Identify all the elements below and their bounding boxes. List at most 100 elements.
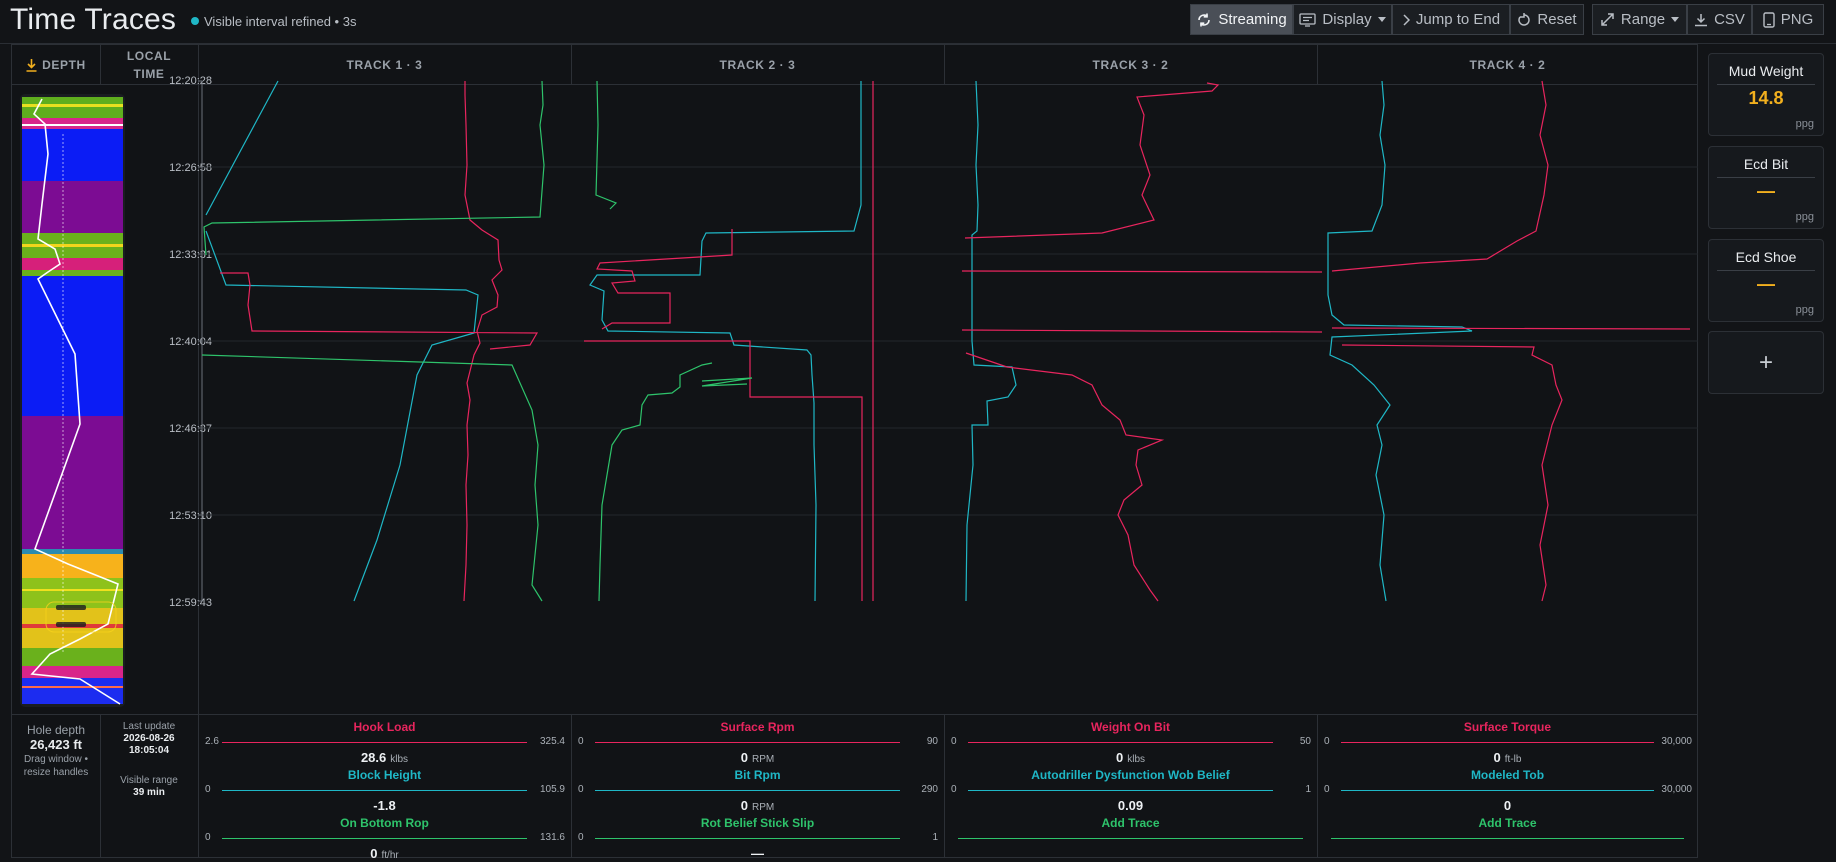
status-text: Visible interval refined • 3s bbox=[204, 14, 357, 29]
display-label: Display bbox=[1322, 11, 1372, 28]
trace-value-number: 0 bbox=[740, 798, 748, 813]
trace-value-unit: ft/hr bbox=[381, 850, 399, 861]
trace-scale-min: 2.6 bbox=[205, 736, 219, 747]
trace-value-unit: RPM bbox=[752, 802, 775, 813]
caret-down-icon bbox=[1377, 16, 1386, 22]
trace-legend-name[interactable]: Modeled Tob bbox=[1317, 768, 1698, 782]
chevron-right-icon bbox=[1403, 13, 1410, 26]
trace-current-value: 0 ft-lb bbox=[1317, 750, 1698, 765]
trace-legend-name[interactable]: On Bottom Rop bbox=[198, 816, 571, 830]
trace-scale-bar bbox=[968, 790, 1273, 791]
trace-current-value: 28.6 klbs bbox=[198, 750, 571, 765]
trace-current-value: 0.09 bbox=[944, 798, 1317, 813]
csv-label: CSV bbox=[1714, 11, 1745, 28]
reset-button[interactable]: Reset bbox=[1510, 4, 1584, 35]
time-traces-app: Time Traces Visible interval refined • 3… bbox=[0, 0, 1836, 862]
trace-current-value: 0 klbs bbox=[944, 750, 1317, 765]
download-icon bbox=[1695, 13, 1708, 26]
ecd-bit-card[interactable]: Ecd Bit — ppg bbox=[1708, 146, 1824, 229]
card-title: Ecd Bit bbox=[1743, 156, 1789, 172]
trace-legend-name[interactable]: Surface Rpm bbox=[571, 720, 944, 734]
trace-current-value: 0 bbox=[1317, 798, 1698, 813]
last-update-label: Last update bbox=[122, 721, 176, 732]
traces-plot-area[interactable] bbox=[12, 45, 1698, 714]
trace-value-unit: klbs bbox=[390, 754, 409, 765]
trace-value-unit: RPM bbox=[752, 754, 775, 765]
trace-scale-max: 325.4 bbox=[539, 736, 565, 747]
csv-export-button[interactable]: CSV bbox=[1687, 4, 1752, 35]
trace-value-number: — bbox=[751, 846, 764, 861]
card-divider bbox=[1717, 270, 1815, 271]
page-title: Time Traces bbox=[10, 3, 177, 36]
trace-value-number: -1.8 bbox=[373, 798, 396, 813]
trace-scale-min: 0 bbox=[578, 736, 584, 747]
range-label: Range bbox=[1620, 11, 1666, 28]
column-divider bbox=[571, 714, 572, 858]
card-value: — bbox=[1757, 274, 1775, 294]
card-value: — bbox=[1757, 181, 1775, 201]
trace-scale-bar bbox=[595, 838, 900, 839]
streaming-label: Streaming bbox=[1218, 11, 1287, 28]
trace-scale-bar bbox=[1341, 742, 1654, 743]
trace-scale-bar bbox=[958, 838, 1303, 839]
reset-label: Reset bbox=[1537, 11, 1577, 28]
range-button[interactable]: Range bbox=[1592, 4, 1687, 35]
trace-current-value: 0 ft/hr bbox=[198, 846, 571, 861]
jump-to-end-button[interactable]: Jump to End bbox=[1392, 4, 1510, 35]
visible-range-label: Visible range bbox=[120, 775, 178, 786]
last-update-time: 18:05:04 bbox=[128, 745, 170, 756]
trace-scale-max: 90 bbox=[926, 736, 938, 747]
trace-scale-max: 50 bbox=[1299, 736, 1311, 747]
card-unit: ppg bbox=[1795, 118, 1814, 130]
trace-scale-max: 1 bbox=[932, 832, 938, 843]
trace-scale-bar bbox=[968, 742, 1273, 743]
jump-to-end-label: Jump to End bbox=[1415, 11, 1501, 28]
trace-scale-min: 0 bbox=[205, 784, 211, 795]
last-update-date: 2026-08-26 bbox=[123, 733, 175, 744]
trace-scale-max: 105.9 bbox=[539, 784, 565, 795]
card-value: 14.8 bbox=[1748, 88, 1784, 108]
display-button[interactable]: Display bbox=[1293, 4, 1392, 35]
header-bar: Time Traces Visible interval refined • 3… bbox=[0, 0, 1836, 44]
trace-scale-max: 1 bbox=[1305, 784, 1311, 795]
trace-legend-name[interactable]: Weight On Bit bbox=[944, 720, 1317, 734]
card-title: Ecd Shoe bbox=[1735, 249, 1797, 265]
mud-weight-card[interactable]: Mud Weight 14.8 ppg bbox=[1708, 53, 1824, 136]
trace-legend-name[interactable]: Add Trace bbox=[1317, 816, 1698, 830]
trace-scale-min: 0 bbox=[951, 736, 957, 747]
trace-scale-bar bbox=[595, 790, 900, 791]
trace-current-value: — bbox=[571, 846, 944, 861]
refresh-icon bbox=[1198, 13, 1211, 26]
trace-legend-name[interactable]: Surface Torque bbox=[1317, 720, 1698, 734]
hole-depth-label: Hole depth bbox=[26, 723, 86, 737]
display-icon bbox=[1299, 12, 1317, 27]
visible-range-value: 39 min bbox=[133, 787, 165, 798]
trace-value-unit: klbs bbox=[1127, 754, 1146, 765]
trace-scale-max: 30,000 bbox=[1661, 736, 1692, 747]
drag-hint-line1: Drag window • bbox=[23, 754, 89, 765]
png-label: PNG bbox=[1780, 11, 1814, 28]
trace-legend-name[interactable]: Autodriller Dysfunction Wob Belief bbox=[944, 768, 1317, 782]
ecd-shoe-card[interactable]: Ecd Shoe — ppg bbox=[1708, 239, 1824, 322]
column-divider bbox=[1317, 714, 1318, 858]
trace-scale-min: 0 bbox=[1324, 736, 1330, 747]
trace-scale-min: 0 bbox=[205, 832, 211, 843]
png-export-button[interactable]: PNG bbox=[1752, 4, 1824, 35]
trace-legend-name[interactable]: Block Height bbox=[198, 768, 571, 782]
card-unit: ppg bbox=[1795, 211, 1814, 223]
trace-legend-name[interactable]: Hook Load bbox=[198, 720, 571, 734]
trace-legend-name[interactable]: Add Trace bbox=[944, 816, 1317, 830]
status-dot bbox=[191, 17, 199, 25]
trace-scale-max: 30,000 bbox=[1661, 784, 1692, 795]
trace-legend-name[interactable]: Bit Rpm bbox=[571, 768, 944, 782]
trace-legend-name[interactable]: Rot Belief Stick Slip bbox=[571, 816, 944, 830]
add-card-button[interactable]: + bbox=[1708, 331, 1824, 394]
hole-depth-value: 26,423 ft bbox=[29, 737, 83, 752]
trace-value-number: 28.6 bbox=[360, 750, 387, 765]
trace-scale-bar bbox=[222, 790, 527, 791]
trace-scale-bar bbox=[222, 838, 527, 839]
trace-value-number: 0 bbox=[1493, 750, 1501, 765]
trace-scale-min: 0 bbox=[1324, 784, 1330, 795]
trace-scale-min: 0 bbox=[578, 784, 584, 795]
streaming-button[interactable]: Streaming bbox=[1190, 4, 1293, 35]
